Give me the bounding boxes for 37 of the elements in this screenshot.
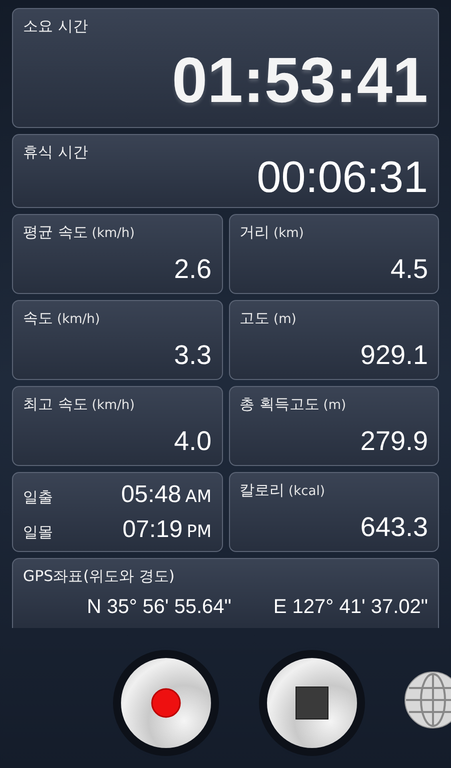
rest-time-label: 휴식 시간 bbox=[23, 143, 89, 162]
latitude-value: N 35° 56' 55.64" bbox=[86, 596, 232, 619]
stat-value: 929.1 bbox=[360, 340, 428, 371]
sun-time: 05:48 bbox=[121, 480, 182, 508]
longitude-value: E 127° 41' 37.02" bbox=[273, 596, 428, 619]
stat-unit: (km/h) bbox=[92, 398, 135, 413]
globe-button[interactable] bbox=[403, 670, 451, 730]
stat-value: 643.3 bbox=[360, 512, 428, 543]
elapsed-time-value: 01:53:41 bbox=[172, 48, 428, 112]
am-pm: AM bbox=[185, 486, 212, 506]
stat-label: 총 획득고도 bbox=[240, 395, 320, 414]
stat-unit: (km) bbox=[274, 226, 304, 241]
stat-label: 평균 속도 bbox=[23, 223, 88, 242]
stat-value: 279.9 bbox=[360, 426, 428, 457]
stat-value: 2.6 bbox=[174, 254, 212, 285]
am-pm: PM bbox=[186, 522, 212, 542]
stat-unit: (kcal) bbox=[288, 484, 325, 499]
stat-value: 4.5 bbox=[390, 254, 428, 285]
gps-label: GPS좌표(위도와 경도) bbox=[23, 567, 176, 586]
stat-label: 속도 bbox=[23, 309, 53, 328]
stat-value: 4.0 bbox=[174, 426, 212, 457]
sun-label: 일출 bbox=[23, 488, 53, 506]
stat-label: 칼로리 bbox=[240, 481, 284, 500]
stat-unit: (km/h) bbox=[57, 312, 100, 327]
stat-value: 3.3 bbox=[174, 340, 212, 371]
globe-icon bbox=[403, 670, 451, 730]
stat-unit: (km/h) bbox=[92, 226, 135, 241]
rest-time-value: 00:06:31 bbox=[256, 156, 428, 200]
stat-unit: (m) bbox=[274, 312, 296, 327]
stat-label: 거리 bbox=[240, 223, 270, 242]
stat-label: 최고 속도 bbox=[23, 395, 88, 414]
sun-time: 07:19 bbox=[122, 516, 183, 544]
stat-label: 고도 bbox=[240, 309, 270, 328]
stat-unit: (m) bbox=[323, 398, 346, 413]
elapsed-time-label: 소요 시간 bbox=[23, 17, 89, 36]
sun-label: 일몰 bbox=[23, 522, 53, 542]
stop-icon bbox=[294, 685, 330, 721]
